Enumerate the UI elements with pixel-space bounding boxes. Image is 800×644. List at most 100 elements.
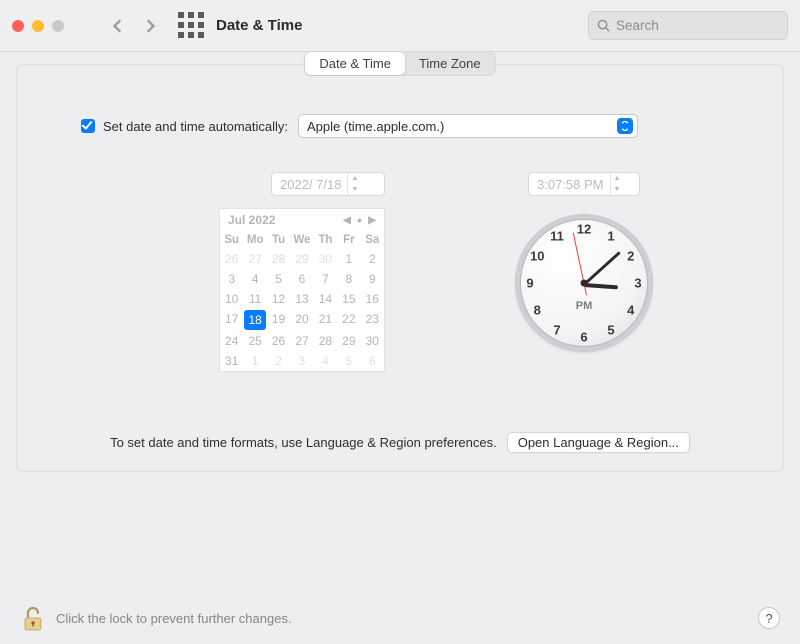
calendar-weekday: We [290, 231, 313, 249]
calendar-day[interactable]: 18 [244, 310, 265, 330]
calendar-weekday: Tu [267, 231, 290, 249]
calendar-day[interactable]: 11 [243, 289, 266, 309]
calendar-day[interactable]: 9 [361, 269, 384, 289]
calendar-prev-icon[interactable]: ◀ [343, 215, 351, 226]
calendar-day[interactable]: 14 [314, 289, 337, 309]
main-panel: Date & Time Time Zone Set date and time … [16, 64, 784, 472]
search-placeholder: Search [616, 18, 659, 33]
clock-ampm: PM [576, 300, 593, 312]
tab-time-zone[interactable]: Time Zone [405, 52, 495, 75]
calendar-day-other[interactable]: 26 [220, 249, 243, 269]
clock-numeral: 11 [550, 229, 564, 244]
calendar-month-label: Jul 2022 [228, 213, 275, 227]
clock-numeral: 4 [627, 303, 634, 318]
calendar-weekday: Su [220, 231, 243, 249]
date-value: 2022/ 7/18 [280, 177, 341, 192]
time-value: 3:07:58 PM [537, 177, 604, 192]
calendar-day[interactable]: 31 [220, 351, 243, 371]
calendar-day-other[interactable]: 30 [314, 249, 337, 269]
tab-date-time[interactable]: Date & Time [305, 52, 405, 75]
clock-numeral: 2 [627, 249, 634, 264]
calendar-next-icon[interactable]: ▶ [368, 215, 376, 226]
calendar-weekday: Sa [361, 231, 384, 249]
clock-numeral: 9 [526, 276, 533, 291]
back-button[interactable] [104, 12, 132, 40]
analog-clock: PM 123456789101112 [515, 214, 653, 352]
calendar-day-other[interactable]: 28 [267, 249, 290, 269]
auto-label: Set date and time automatically: [103, 119, 288, 134]
calendar-day-other[interactable]: 4 [314, 351, 337, 371]
minimize-window[interactable] [32, 20, 44, 32]
clock-numeral: 1 [607, 229, 614, 244]
clock-numeral: 8 [534, 303, 541, 318]
search-icon [597, 19, 610, 32]
lock-hint-text: Click the lock to prevent further change… [56, 611, 292, 626]
calendar-day[interactable]: 30 [361, 331, 384, 351]
calendar-day[interactable]: 25 [243, 331, 266, 351]
calendar-day[interactable]: 10 [220, 289, 243, 309]
calendar-day-other[interactable]: 1 [243, 351, 266, 371]
calendar-day-other[interactable]: 3 [290, 351, 313, 371]
open-language-region-button[interactable]: Open Language & Region... [507, 432, 690, 453]
calendar-weekday: Th [314, 231, 337, 249]
calendar-day-other[interactable]: 6 [361, 351, 384, 371]
calendar-today-icon[interactable]: ● [357, 215, 362, 226]
calendar-day[interactable]: 28 [314, 331, 337, 351]
date-stepper-arrows[interactable]: ▲▼ [347, 173, 361, 195]
calendar-day[interactable]: 20 [290, 309, 313, 331]
forward-button[interactable] [136, 12, 164, 40]
calendar-day[interactable]: 1 [337, 249, 360, 269]
calendar-day-other[interactable]: 27 [243, 249, 266, 269]
calendar-day[interactable]: 12 [267, 289, 290, 309]
clock-hand-hr [584, 283, 618, 289]
chevron-down-icon [617, 118, 633, 134]
calendar-day[interactable]: 15 [337, 289, 360, 309]
clock-hand-sec [573, 233, 585, 284]
help-button[interactable]: ? [758, 607, 780, 629]
lock-icon[interactable] [22, 604, 44, 632]
close-window[interactable] [12, 20, 24, 32]
calendar: Jul 2022 ◀ ● ▶ SuMoTuWeThFrSa26272829301… [219, 208, 385, 372]
tab-bar: Date & Time Time Zone [17, 51, 783, 76]
time-server-select[interactable]: Apple (time.apple.com.) [298, 114, 638, 138]
calendar-day[interactable]: 13 [290, 289, 313, 309]
page-title: Date & Time [216, 17, 302, 34]
calendar-day[interactable]: 8 [337, 269, 360, 289]
calendar-weekday: Fr [337, 231, 360, 249]
clock-numeral: 6 [580, 330, 587, 345]
calendar-day[interactable]: 27 [290, 331, 313, 351]
auto-checkbox[interactable] [81, 119, 95, 133]
time-server-value: Apple (time.apple.com.) [307, 119, 444, 134]
search-field[interactable]: Search [588, 11, 788, 40]
calendar-day-other[interactable]: 29 [290, 249, 313, 269]
calendar-day[interactable]: 26 [267, 331, 290, 351]
calendar-day[interactable]: 7 [314, 269, 337, 289]
clock-numeral: 12 [577, 222, 591, 237]
window-controls [12, 20, 64, 32]
calendar-day[interactable]: 6 [290, 269, 313, 289]
calendar-weekday: Mo [243, 231, 266, 249]
calendar-day[interactable]: 24 [220, 331, 243, 351]
calendar-day[interactable]: 23 [361, 309, 384, 331]
clock-numeral: 10 [530, 249, 544, 264]
zoom-window[interactable] [52, 20, 64, 32]
calendar-day[interactable]: 2 [361, 249, 384, 269]
calendar-day[interactable]: 17 [220, 309, 243, 331]
calendar-day[interactable]: 3 [220, 269, 243, 289]
date-stepper[interactable]: 2022/ 7/18 ▲▼ [271, 172, 385, 196]
calendar-day[interactable]: 16 [361, 289, 384, 309]
clock-numeral: 7 [553, 322, 560, 337]
calendar-day[interactable]: 29 [337, 331, 360, 351]
calendar-day-other[interactable]: 5 [337, 351, 360, 371]
show-all-prefs-icon[interactable] [178, 12, 206, 40]
calendar-day[interactable]: 22 [337, 309, 360, 331]
calendar-day[interactable]: 21 [314, 309, 337, 331]
clock-hand-min [583, 251, 620, 285]
calendar-day-other[interactable]: 2 [267, 351, 290, 371]
time-stepper-arrows[interactable]: ▲▼ [610, 173, 624, 195]
calendar-day[interactable]: 5 [267, 269, 290, 289]
calendar-day[interactable]: 19 [267, 309, 290, 331]
calendar-day[interactable]: 4 [243, 269, 266, 289]
time-stepper[interactable]: 3:07:58 PM ▲▼ [528, 172, 640, 196]
titlebar: Date & Time Search [0, 0, 800, 52]
